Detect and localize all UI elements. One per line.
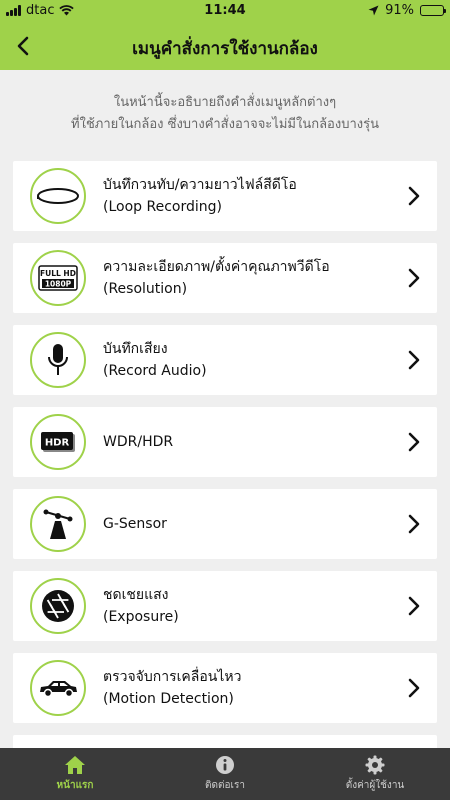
full-hd-icon: FULL HD 1080P	[30, 250, 86, 306]
nav-bar: เมนูคำสั่งการใช้งานกล้อง	[0, 22, 450, 70]
tab-contact-label: ติดต่อเรา	[205, 780, 245, 791]
chevron-right-icon	[408, 186, 420, 206]
home-icon	[65, 756, 85, 774]
tab-settings-label: ตั้งค่าผู้ใช้งาน	[345, 780, 405, 791]
status-right: 91%	[368, 3, 446, 18]
intro-line-1: ในหน้านี้จะอธิบายถึงคำสั่งเมนูหลักต่างๆ	[113, 95, 337, 110]
menu-item-loop-recording[interactable]: บันทึกวนทับ/ความยาวไฟล์สีดีโอ (Loop Reco…	[13, 161, 437, 231]
chevron-left-icon	[17, 36, 29, 56]
menu-item-title: บันทึกวนทับ/ความยาวไฟล์สีดีโอ	[103, 177, 297, 193]
page-title: เมนูคำสั่งการใช้งานกล้อง	[132, 39, 318, 59]
aperture-icon	[30, 578, 86, 634]
battery-percent: 91%	[385, 3, 414, 18]
chevron-right-icon	[408, 514, 420, 534]
full-hd-text: FULL HD	[40, 269, 76, 278]
gear-icon	[365, 755, 385, 775]
tab-bar: หน้าแรก ติดต่อเรา ตั้งค่าผู้ใช้งาน	[0, 748, 450, 800]
menu-item-exposure[interactable]: ชดเชยแสง (Exposure)	[13, 571, 437, 641]
menu-item-title: บันทึกเสียง	[103, 341, 168, 357]
hdr-text: HDR	[45, 438, 70, 449]
chevron-right-icon	[408, 432, 420, 452]
menu-item-g-sensor[interactable]: G-Sensor	[13, 489, 437, 559]
tab-home[interactable]: หน้าแรก	[0, 748, 150, 800]
intro-text: ในหน้านี้จะอธิบายถึงคำสั่งเมนูหลักต่างๆ …	[20, 92, 430, 136]
1080p-text: 1080P	[45, 280, 72, 289]
info-icon	[216, 756, 234, 774]
location-arrow-icon	[368, 5, 379, 16]
tab-settings[interactable]: ตั้งค่าผู้ใช้งาน	[300, 748, 450, 800]
loop-recording-icon	[30, 168, 86, 224]
chevron-right-icon	[408, 596, 420, 616]
g-sensor-icon	[30, 496, 86, 552]
menu-item-title: WDR/HDR	[103, 434, 174, 450]
menu-item-motion-detection[interactable]: ตรวจจับการเคลื่อนไหว (Motion Detection)	[13, 653, 437, 723]
chevron-right-icon	[408, 268, 420, 288]
menu-item-subtitle: (Resolution)	[103, 281, 188, 297]
menu-item-subtitle: (Record Audio)	[103, 363, 207, 379]
back-button[interactable]	[8, 30, 38, 62]
microphone-icon	[30, 332, 86, 388]
intro-line-2: ที่ใช้ภายในกล้อง ซึ่งบางคำสั่งอาจจะไม่มี…	[71, 117, 379, 132]
menu-item-title: ตรวจจับการเคลื่อนไหว	[103, 669, 242, 685]
menu-item-resolution[interactable]: FULL HD 1080P ความละเอียดภาพ/ตั้งค่าคุณภ…	[13, 243, 437, 313]
menu-item-title: ความละเอียดภาพ/ตั้งค่าคุณภาพวีดีโอ	[103, 259, 330, 275]
chevron-right-icon	[408, 350, 420, 370]
menu-item-subtitle: (Exposure)	[103, 609, 179, 625]
status-bar: dtac 11:44 91%	[0, 0, 450, 22]
battery-icon	[420, 5, 446, 16]
menu-item-record-audio[interactable]: บันทึกเสียง (Record Audio)	[13, 325, 437, 395]
car-icon	[30, 660, 86, 716]
menu-item-title: ชดเชยแสง	[103, 587, 169, 603]
menu-item-wdr-hdr[interactable]: HDR WDR/HDR	[13, 407, 437, 477]
menu-item-subtitle: (Loop Recording)	[103, 199, 222, 215]
hdr-icon: HDR	[30, 414, 86, 470]
chevron-right-icon	[408, 678, 420, 698]
menu-item-title: G-Sensor	[103, 516, 167, 532]
menu-item-subtitle: (Motion Detection)	[103, 691, 234, 707]
tab-contact[interactable]: ติดต่อเรา	[150, 748, 300, 800]
tab-home-label: หน้าแรก	[56, 780, 94, 791]
